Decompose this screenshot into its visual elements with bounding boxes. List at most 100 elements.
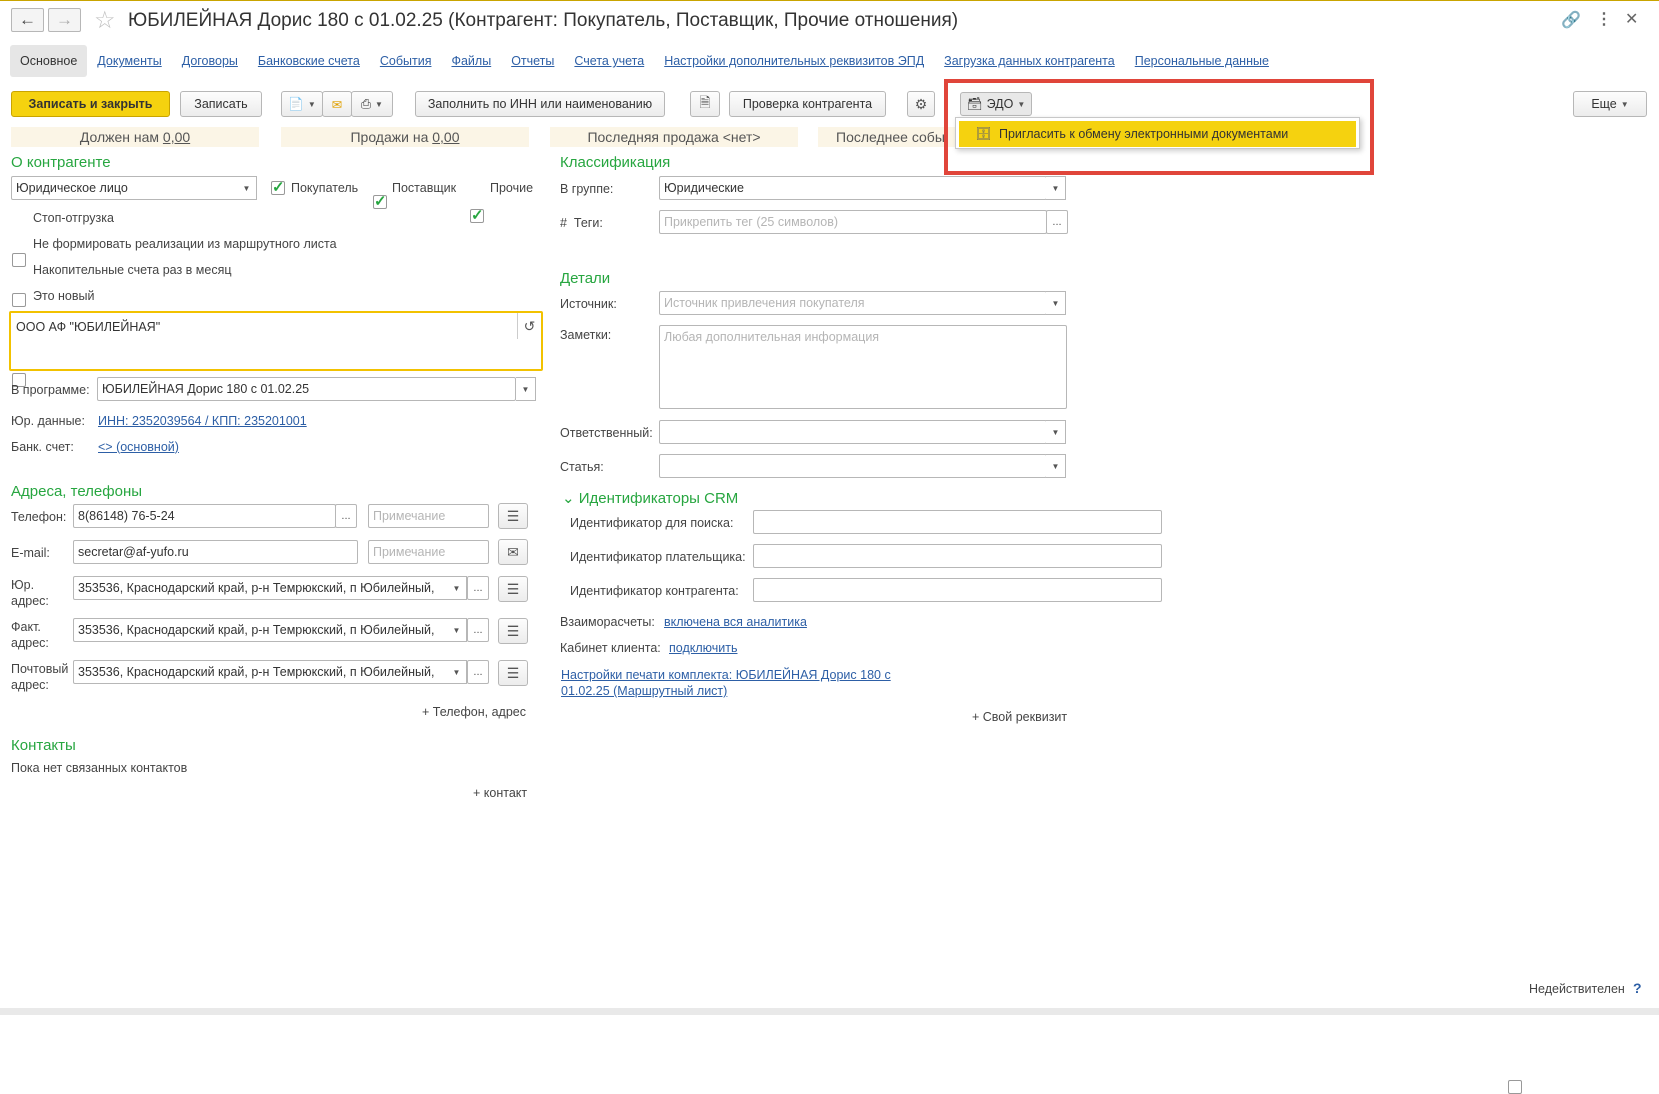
- notes-field[interactable]: Любая дополнительная информация: [659, 325, 1067, 409]
- fact-address-menu-button[interactable]: ☰: [498, 618, 528, 644]
- fact-address-field[interactable]: 353536, Краснодарский край, р-н Темрюкск…: [73, 618, 449, 642]
- tab-personal-data[interactable]: Персональные данные: [1125, 45, 1279, 77]
- phone-ellipsis-button[interactable]: ...: [335, 504, 357, 528]
- type-dropdown-button[interactable]: ▼: [237, 176, 257, 200]
- menu-lines-icon: ☰: [506, 664, 520, 681]
- fill-by-inn-button[interactable]: Заполнить по ИНН или наименованию: [415, 91, 665, 117]
- back-button[interactable]: ←: [11, 8, 44, 32]
- email-send-button[interactable]: ✉: [498, 539, 528, 565]
- sales-value[interactable]: 0,00: [432, 129, 459, 145]
- tab-documents[interactable]: Документы: [87, 45, 171, 77]
- menu-lines-icon: ☰: [506, 622, 520, 639]
- tags-field[interactable]: Прикрепить тег (25 символов): [659, 210, 1047, 234]
- tab-accounts[interactable]: Счета учета: [564, 45, 654, 77]
- no-route-checkbox[interactable]: [12, 293, 26, 307]
- phone-menu-button[interactable]: ☰: [498, 503, 528, 529]
- add-phone-address-link[interactable]: + Телефон, адрес: [422, 705, 526, 719]
- fact-address-ellipsis[interactable]: ...: [467, 618, 489, 642]
- tab-data-load[interactable]: Загрузка данных контрагента: [934, 45, 1125, 77]
- invite-edo-menu-item[interactable]: 🗄 Пригласить к обмену электронными докум…: [959, 121, 1356, 147]
- legal-address-dropdown[interactable]: ▼: [447, 576, 467, 600]
- link-icon[interactable]: 🔗: [1561, 10, 1581, 30]
- fact-address-label-2: адрес:: [11, 636, 49, 650]
- client-cabinet-link[interactable]: подключить: [669, 641, 737, 655]
- owes-value[interactable]: 0,00: [163, 129, 190, 145]
- close-icon[interactable]: ✕: [1625, 9, 1638, 29]
- tab-contracts[interactable]: Договоры: [172, 45, 248, 77]
- tab-epd-settings[interactable]: Настройки дополнительных реквизитов ЭПД: [654, 45, 934, 77]
- buyer-checkbox[interactable]: [271, 178, 285, 196]
- document-scan-button[interactable]: 🗎: [690, 91, 720, 117]
- legal-address-label-1: Юр.: [11, 578, 35, 592]
- save-close-button[interactable]: Записать и закрыть: [11, 91, 170, 117]
- other-checkbox[interactable]: [470, 206, 484, 224]
- crm-counterparty-field[interactable]: [753, 578, 1162, 602]
- own-attribute-link[interactable]: + Свой реквизит: [972, 710, 1067, 724]
- legal-address-ellipsis[interactable]: ...: [467, 576, 489, 600]
- supplier-checkbox[interactable]: [373, 192, 387, 210]
- settlements-link[interactable]: включена вся аналитика: [664, 615, 807, 629]
- legal-address-menu-button[interactable]: ☰: [498, 576, 528, 602]
- bank-account-link[interactable]: <> (основной): [98, 440, 179, 454]
- crm-payer-field[interactable]: [753, 544, 1162, 568]
- crm-section-title[interactable]: ⌄ Идентификаторы CRM: [562, 489, 738, 507]
- inactive-checkbox[interactable]: [1508, 1080, 1522, 1094]
- group-field[interactable]: Юридические: [659, 176, 1047, 200]
- envelope-icon: ✉: [507, 543, 519, 560]
- arrow-left-icon: ←: [19, 10, 36, 29]
- post-address-label-2: адрес:: [11, 678, 49, 692]
- settlements-label: Взаиморасчеты:: [560, 615, 655, 629]
- article-field[interactable]: [659, 454, 1047, 478]
- hash-icon: #: [560, 216, 567, 230]
- counterparty-type-field[interactable]: Юридическое лицо: [11, 176, 247, 200]
- print-settings-link[interactable]: Настройки печати комплекта: ЮБИЛЕЙНАЯ До…: [561, 667, 891, 699]
- help-icon[interactable]: ?: [1633, 980, 1642, 996]
- invite-icon: 🗄: [975, 126, 992, 141]
- email-field[interactable]: secretar@af-yufo.ru: [73, 540, 358, 564]
- responsible-dropdown[interactable]: ▼: [1046, 420, 1066, 444]
- print-button[interactable]: ⎙ ▼: [351, 91, 393, 117]
- more-button[interactable]: Еще ▼: [1573, 91, 1647, 117]
- post-address-menu-button[interactable]: ☰: [498, 660, 528, 686]
- legal-data-link[interactable]: ИНН: 2352039564 / КПП: 235201001: [98, 414, 307, 428]
- in-program-dropdown[interactable]: ▼: [516, 377, 536, 401]
- check-counterparty-button[interactable]: Проверка контрагента: [729, 91, 886, 117]
- create-based-button[interactable]: 📄 ▼: [281, 91, 323, 117]
- in-program-field[interactable]: ЮБИЛЕЙНАЯ Дорис 180 с 01.02.25: [97, 377, 516, 401]
- history-icon[interactable]: ↺: [517, 313, 541, 339]
- tab-events[interactable]: События: [370, 45, 442, 77]
- source-dropdown[interactable]: ▼: [1046, 291, 1066, 315]
- post-address-field[interactable]: 353536, Краснодарский край, р-н Темрюкск…: [73, 660, 449, 684]
- add-contact-link[interactable]: + контакт: [473, 786, 527, 800]
- phone-note-field[interactable]: Примечание: [368, 504, 489, 528]
- post-address-ellipsis[interactable]: ...: [467, 660, 489, 684]
- post-address-dropdown[interactable]: ▼: [447, 660, 467, 684]
- forward-button[interactable]: →: [48, 8, 81, 32]
- responsible-field[interactable]: [659, 420, 1047, 444]
- mail-button[interactable]: ✉: [322, 91, 352, 117]
- star-icon[interactable]: ☆: [94, 6, 116, 35]
- phone-field[interactable]: 8(86148) 76-5-24: [73, 504, 336, 528]
- tab-main[interactable]: Основное: [10, 45, 88, 77]
- group-dropdown[interactable]: ▼: [1046, 176, 1066, 200]
- crm-search-field[interactable]: [753, 510, 1162, 534]
- tags-ellipsis[interactable]: ...: [1046, 210, 1068, 234]
- owes-label: Должен нам: [79, 129, 160, 145]
- buyer-label: Покупатель: [291, 181, 359, 195]
- tab-files[interactable]: Файлы: [441, 45, 501, 77]
- stop-ship-checkbox[interactable]: [12, 253, 26, 267]
- legal-address-field[interactable]: 353536, Краснодарский край, р-н Темрюкск…: [73, 576, 449, 600]
- tab-reports[interactable]: Отчеты: [501, 45, 564, 77]
- document-arrow-icon: 🗎: [699, 94, 711, 110]
- tab-bank-accounts[interactable]: Банковские счета: [248, 45, 370, 77]
- menu-lines-icon: ☰: [506, 507, 520, 524]
- email-note-field[interactable]: Примечание: [368, 540, 489, 564]
- fact-address-dropdown[interactable]: ▼: [447, 618, 467, 642]
- window-title: ЮБИЛЕЙНАЯ Дорис 180 с 01.02.25 (Контраге…: [128, 10, 959, 31]
- source-field[interactable]: Источник привлечения покупателя: [659, 291, 1047, 315]
- full-name-field[interactable]: ООО АФ "ЮБИЛЕЙНАЯ" ↺: [9, 311, 543, 371]
- save-button[interactable]: Записать: [180, 91, 262, 117]
- settings-button[interactable]: ⚙: [907, 91, 935, 117]
- more-vertical-icon[interactable]: ⋮: [1596, 9, 1612, 29]
- article-dropdown[interactable]: ▼: [1046, 454, 1066, 478]
